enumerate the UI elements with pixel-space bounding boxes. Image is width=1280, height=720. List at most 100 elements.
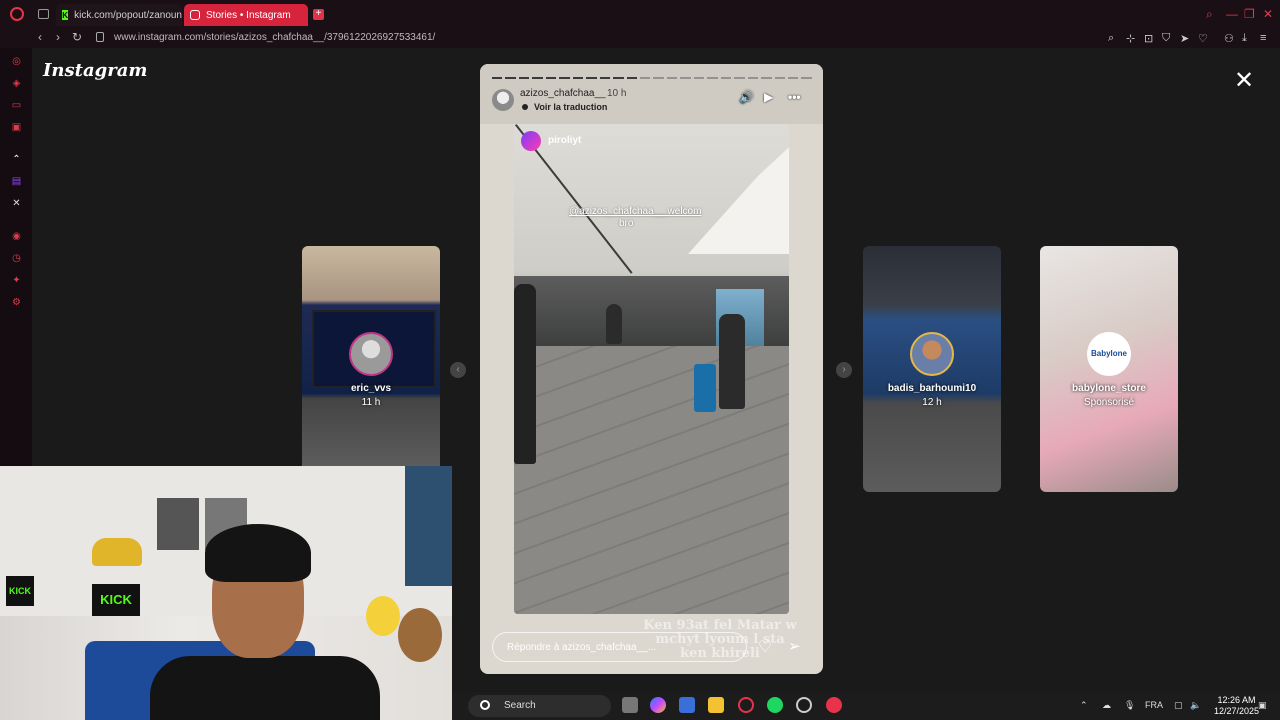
crypto-icon[interactable]: ◈	[11, 78, 22, 89]
file-explorer-icon[interactable]	[708, 697, 724, 713]
language-indicator[interactable]: FRA	[1145, 700, 1163, 710]
side-story-eric[interactable]: eric_vvs 11 h	[302, 246, 440, 492]
progress-segment	[559, 77, 570, 79]
opera-taskbar-icon[interactable]	[738, 697, 754, 713]
download-icon[interactable]: ⤓	[1242, 32, 1247, 45]
notifications-icon[interactable]: ▣	[1258, 700, 1267, 711]
story-photo: piroliyt @azizos_chafchaa__ welcom bro	[514, 124, 789, 614]
clock-date: 12/27/2025	[1214, 706, 1260, 716]
progress-segment	[680, 77, 691, 79]
taskbar-clock[interactable]: 12:26 AM 12/27/2025	[1214, 695, 1259, 717]
reload-icon[interactable]: ↻	[72, 30, 82, 44]
story-progress-bar	[492, 77, 812, 79]
reshared-username[interactable]: piroliyt	[548, 135, 581, 146]
new-tab-button[interactable]: +	[313, 9, 324, 20]
close-stories-button[interactable]: ✕	[1234, 66, 1254, 95]
progress-segment	[572, 77, 584, 79]
side-story-name: babylone_store	[1072, 383, 1146, 394]
menu-icon[interactable]: ≡	[1260, 32, 1266, 44]
search-icon	[480, 700, 490, 710]
story-avatar[interactable]	[492, 89, 514, 111]
player-icon[interactable]: ▣	[11, 122, 22, 133]
store-icon[interactable]	[679, 697, 695, 713]
twitch-icon[interactable]: ▤	[11, 176, 22, 187]
webcam-streamer-body	[150, 656, 380, 720]
minimize-button[interactable]: —	[1226, 7, 1238, 21]
suitcase	[694, 364, 716, 412]
progress-segment	[518, 77, 530, 79]
traveller	[606, 304, 622, 344]
url-field[interactable]: www.instagram.com/stories/azizos_chafcha…	[114, 32, 435, 43]
progress-segment	[653, 77, 664, 79]
screen: K kick.com/popout/zanoun Stories • Insta…	[0, 0, 1280, 720]
side-story-babylone[interactable]: Babylone babylone_store Sponsorisé	[1040, 246, 1178, 492]
reshared-avatar	[521, 131, 541, 151]
account-icon[interactable]: ⚇	[1224, 32, 1234, 45]
progress-segment	[532, 77, 543, 79]
close-window-button[interactable]: ✕	[1263, 7, 1273, 21]
microphone-icon[interactable]: 🎙	[1124, 700, 1135, 711]
next-story-icon[interactable]: ›	[836, 362, 852, 378]
mute-icon[interactable]: 🔊	[739, 90, 754, 104]
history-icon[interactable]: ◉	[11, 231, 22, 242]
volume-icon[interactable]: 🔈	[1190, 700, 1201, 711]
side-story-name: badis_barhoumi10	[887, 383, 977, 394]
previous-story-icon[interactable]: ‹	[450, 362, 466, 378]
send-icon[interactable]: ➤	[1180, 32, 1189, 45]
progress-segment	[505, 77, 516, 79]
progress-segment	[613, 77, 624, 79]
tab-manager-icon[interactable]	[38, 9, 49, 19]
progress-segment	[693, 77, 705, 79]
story-viewer[interactable]: azizos_chafchaa__ 10 h Voir la traductio…	[480, 64, 823, 674]
hidden-icons-chevron-icon[interactable]: ⌃	[1080, 700, 1088, 711]
search-icon[interactable]: ⌕	[1206, 7, 1213, 22]
settings-icon[interactable]: ⚙	[11, 297, 22, 308]
opera-logo-icon[interactable]	[10, 7, 24, 21]
zoom-icon[interactable]: ⌕	[1108, 32, 1114, 45]
forward-icon[interactable]: ›	[56, 30, 60, 44]
chrome-icon[interactable]	[796, 697, 812, 713]
kick-app-icon[interactable]: ⌃	[11, 154, 22, 165]
story-time: 10 h	[607, 88, 627, 99]
task-view-icon[interactable]	[622, 697, 638, 713]
like-heart-icon[interactable]: ♡	[758, 637, 772, 657]
cloud-icon[interactable]: ☁	[1102, 700, 1111, 711]
app-icon[interactable]	[826, 697, 842, 713]
progress-segment	[492, 77, 503, 79]
messenger-icon[interactable]: ▭	[11, 100, 22, 111]
progress-segment	[626, 77, 637, 79]
terminal-floor	[514, 346, 789, 614]
avatar-eric	[349, 332, 393, 376]
side-story-badis[interactable]: badis_barhoumi10 12 h	[863, 246, 1001, 492]
back-icon[interactable]: ‹	[38, 30, 42, 44]
shield-icon[interactable]: ⛉	[1162, 32, 1170, 45]
network-icon[interactable]: ▢	[1174, 700, 1183, 711]
maximize-button[interactable]: ❐	[1244, 7, 1255, 21]
translate-dot-icon	[522, 104, 528, 110]
aria-icon[interactable]: ◎	[11, 56, 22, 67]
lock-icon	[96, 32, 104, 42]
tab-kick[interactable]: K kick.com/popout/zanoun	[56, 4, 182, 26]
copilot-icon[interactable]	[650, 697, 666, 713]
snapshot-icon[interactable]: ⊡	[1144, 32, 1153, 45]
taskbar-search[interactable]: Search	[468, 695, 611, 717]
instagram-logo[interactable]: Instagram	[43, 60, 147, 81]
progress-segment	[774, 77, 785, 79]
clock-icon[interactable]: ◷	[11, 253, 22, 264]
heart-icon[interactable]: ♡	[1198, 32, 1208, 45]
x-icon[interactable]: ✕	[11, 198, 22, 209]
story-username[interactable]: azizos_chafchaa__	[520, 88, 606, 99]
story-mention[interactable]: @azizos_chafchaa__ welcom	[569, 206, 701, 217]
send-dm-icon[interactable]: ➢	[788, 637, 801, 655]
tab-label: kick.com/popout/zanoun	[74, 9, 182, 21]
story-caption: Ken 93at fel Matar w mchyt lyoum l sta k…	[643, 618, 797, 661]
kick-favicon-icon: K	[62, 10, 69, 20]
spotify-icon[interactable]	[767, 697, 783, 713]
play-icon[interactable]: ▶	[764, 90, 773, 104]
tab-instagram[interactable]: Stories • Instagram	[184, 4, 308, 26]
pin-icon[interactable]: ⊹	[1126, 32, 1135, 45]
progress-segment	[734, 77, 745, 79]
translate-link[interactable]: Voir la traduction	[534, 102, 607, 112]
extensions-icon[interactable]: ✦	[11, 275, 22, 286]
more-options-icon[interactable]: •••	[788, 90, 801, 104]
